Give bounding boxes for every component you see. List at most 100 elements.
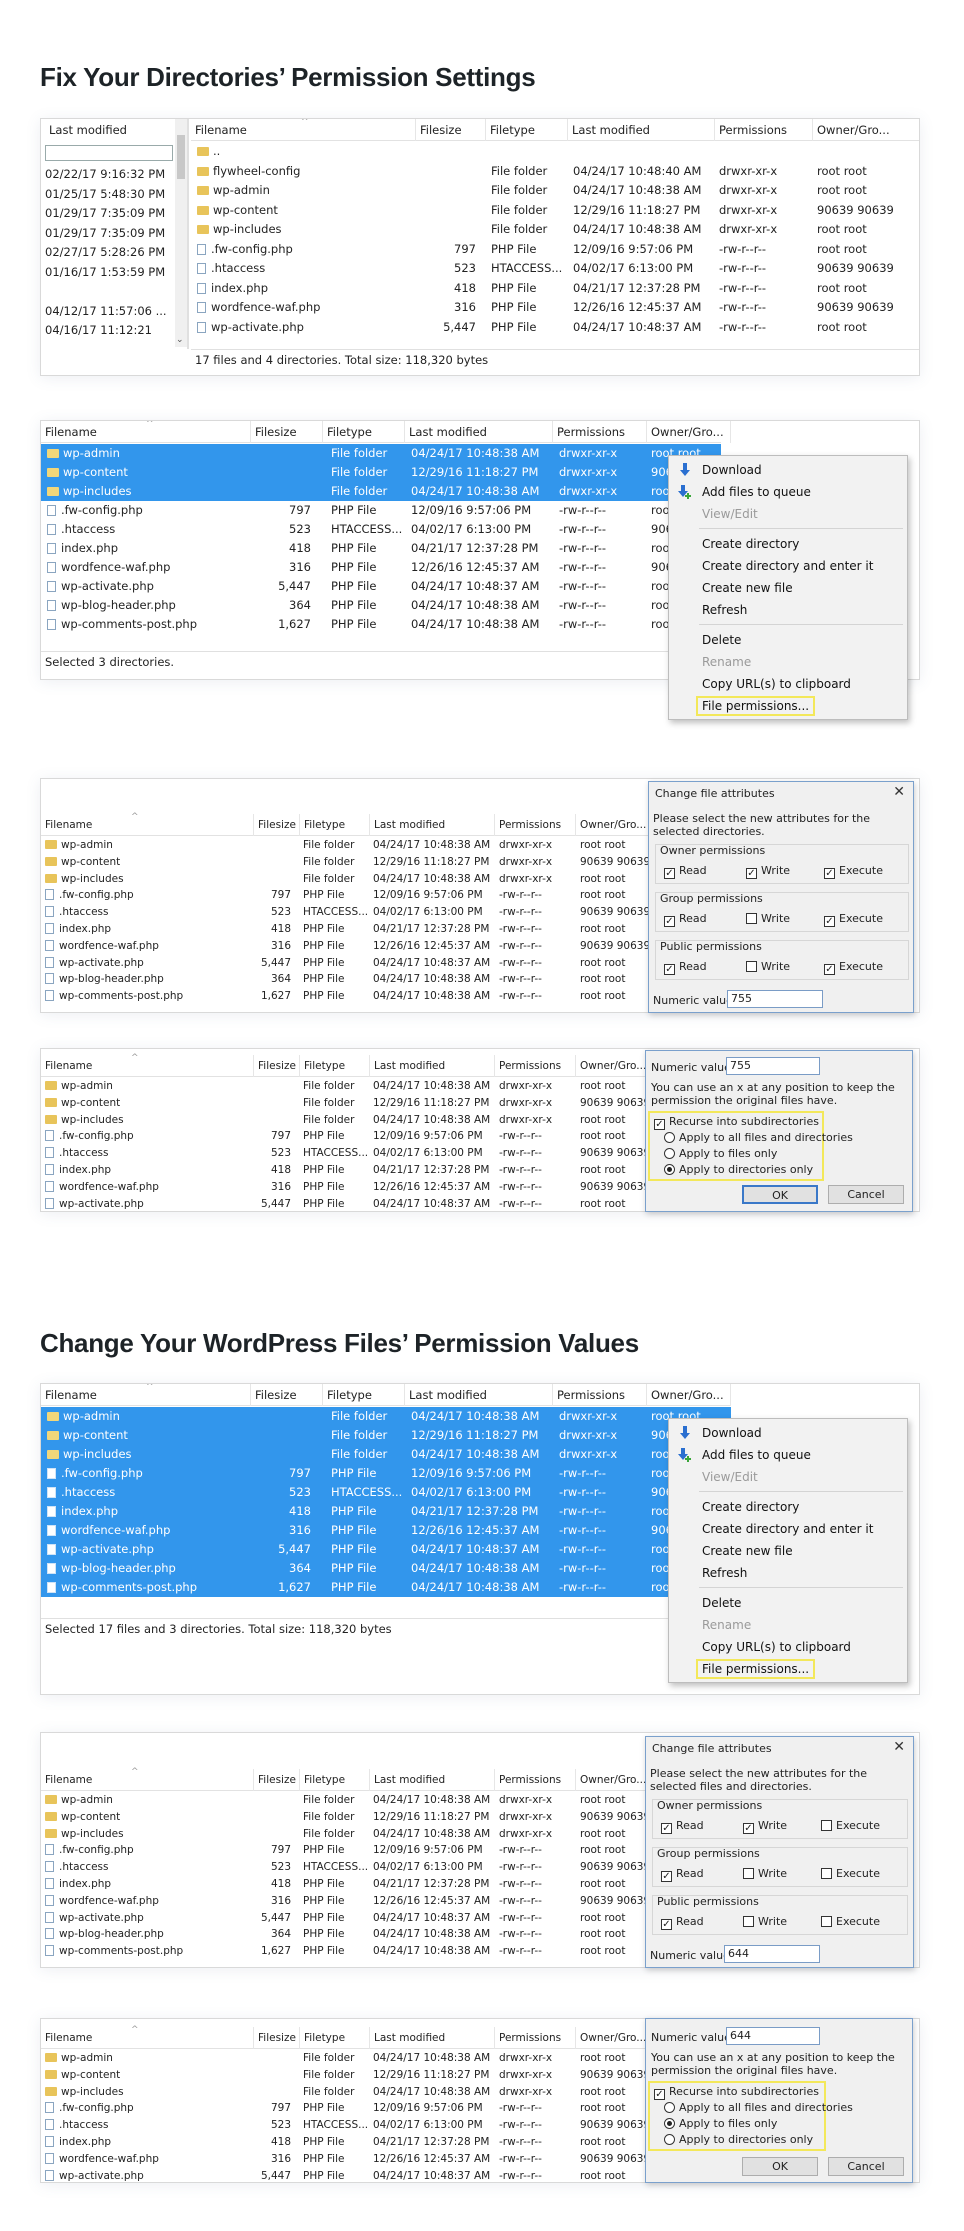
tree-scrollbar[interactable]: ⌄	[175, 119, 187, 347]
create-directory-enter-menu-item[interactable]: Create directory and enter it	[669, 555, 907, 577]
table-row[interactable]: wp-includes File folder 04/24/17 10:48:38 …	[41, 1826, 651, 1843]
table-row[interactable]: wordfence-waf.php 316 PHP File 12/26/16 12:…	[191, 298, 919, 317]
column-header-filetype[interactable]: Filetype	[300, 1055, 370, 1077]
public-write-checkbox[interactable]: Write	[746, 960, 790, 973]
column-header-perms[interactable]: Permissions	[495, 814, 576, 836]
column-header-lastmod[interactable]: Last modified	[370, 1055, 495, 1077]
apply-dirs-radio[interactable]: Apply to directories only	[664, 2133, 813, 2146]
column-header-filesize[interactable]: Filesize	[254, 2027, 300, 2049]
column-header-filename[interactable]: Filename	[41, 2027, 254, 2049]
recurse-checkbox[interactable]: ✓ Recurse into subdirectories	[654, 2085, 819, 2100]
create-directory-menu-item[interactable]: Create directory	[669, 1496, 907, 1518]
column-header-lastmod[interactable]: Last modified	[370, 1769, 495, 1791]
table-row[interactable]: wp-comments-post.php 1,627 PHP File 04/24/1…	[41, 615, 721, 634]
table-row[interactable]: .fw-config.php 797 PHP File 12/09/16 9:57:0…	[41, 501, 721, 520]
download-menu-item[interactable]: Download	[669, 1422, 907, 1444]
table-row[interactable]: .htaccess 523 HTACCESS... 04/02/17 6:13:00 …	[41, 520, 721, 539]
cancel-button[interactable]: Cancel	[828, 2157, 904, 2176]
table-row[interactable]: wp-comments-post.php 1,627 PHP File 04/24/1…	[41, 1578, 731, 1597]
numeric-value-input[interactable]: 755	[726, 1057, 820, 1075]
table-row[interactable]: .fw-config.php 797 PHP File 12/09/16 9:57:0…	[191, 240, 919, 259]
table-row[interactable]: index.php 418 PHP File 04/21/17 12:37:28 PM…	[41, 2134, 651, 2151]
table-row[interactable]: wp-activate.php 5,447 PHP File 04/24/17 10:…	[41, 955, 651, 972]
table-row[interactable]: wordfence-waf.php 316 PHP File 12/26/16 12:…	[41, 1521, 731, 1540]
column-header-perms[interactable]: Permissions	[495, 1769, 576, 1791]
numeric-value-input[interactable]: 644	[724, 1945, 820, 1963]
add-to-queue-menu-item[interactable]: Add files to queue	[669, 481, 907, 503]
table-row[interactable]: wp-blog-header.php 364 PHP File 04/24/17 10…	[41, 971, 651, 988]
table-row[interactable]: index.php 418 PHP File 04/21/17 12:37:28 PM…	[41, 1876, 651, 1893]
file-permissions-menu-item[interactable]: File permissions...	[669, 1658, 907, 1680]
table-row[interactable]: wp-admin File folder 04/24/17 10:48:38 AM d…	[41, 837, 651, 854]
close-icon[interactable]: ✕	[893, 784, 905, 800]
close-icon[interactable]: ✕	[893, 1739, 905, 1755]
table-row[interactable]: .fw-config.php 797 PHP File 12/09/16 9:57:0…	[41, 1128, 651, 1145]
owner-execute-checkbox[interactable]: Execute	[821, 1819, 880, 1832]
group-write-checkbox[interactable]: Write	[746, 912, 790, 925]
column-header-filesize[interactable]: Filesize	[416, 119, 486, 141]
table-row[interactable]: wordfence-waf.php 316 PHP File 12/26/16 12:…	[41, 1179, 651, 1196]
column-header-filesize[interactable]: Filesize	[254, 814, 300, 836]
table-row[interactable]: index.php 418 PHP File 04/21/17 12:37:28 PM…	[41, 539, 721, 558]
table-row[interactable]: wp-admin File folder 04/24/17 10:48:38 AM d…	[41, 1407, 731, 1426]
column-header-filetype[interactable]: Filetype	[486, 119, 568, 141]
table-row[interactable]: wp-includes File folder 04/24/17 10:48:38 …	[41, 1445, 731, 1464]
table-row[interactable]: wp-activate.php 5,447 PHP File 04/24/17 10:…	[41, 577, 721, 596]
column-header-filetype[interactable]: Filetype	[323, 1384, 405, 1406]
table-row[interactable]: .htaccess 523 HTACCESS... 04/02/17 6:13:00 …	[41, 1859, 651, 1876]
column-header-lastmod[interactable]: Last modified	[405, 421, 553, 443]
column-header-filesize[interactable]: Filesize	[251, 421, 323, 443]
column-header-filetype[interactable]: Filetype	[323, 421, 405, 443]
column-header-lastmod[interactable]: Last modified	[568, 119, 715, 141]
delete-menu-item[interactable]: Delete	[669, 1592, 907, 1614]
column-header-owner[interactable]: Owner/Gro...	[813, 119, 919, 141]
table-row[interactable]: wp-includes File folder 04/24/17 10:48:38 …	[41, 482, 721, 501]
copy-url-menu-item[interactable]: Copy URL(s) to clipboard	[669, 1636, 907, 1658]
table-row[interactable]: wp-comments-post.php 1,627 PHP File 04/24/1…	[41, 988, 651, 1005]
table-row[interactable]: .fw-config.php 797 PHP File 12/09/16 9:57:0…	[41, 2100, 651, 2117]
column-header-lastmod[interactable]: Last modified	[370, 2027, 495, 2049]
column-header-owner[interactable]: Owner/Gro...	[576, 814, 651, 836]
table-row[interactable]: wp-includes File folder 04/24/17 10:48:38 …	[41, 1112, 651, 1129]
table-row[interactable]: wp-admin File folder 04/24/17 10:48:38 AM d…	[191, 181, 919, 200]
create-file-menu-item[interactable]: Create new file	[669, 577, 907, 599]
apply-files-radio[interactable]: Apply to files only	[664, 1147, 777, 1160]
table-row[interactable]: index.php 418 PHP File 04/21/17 12:37:28 PM…	[41, 1162, 651, 1179]
apply-all-radio[interactable]: Apply to all files and directories	[664, 1131, 853, 1144]
table-row[interactable]: index.php 418 PHP File 04/21/17 12:37:28 PM…	[41, 921, 651, 938]
table-row[interactable]: .htaccess 523 HTACCESS... 04/02/17 6:13:00 …	[41, 2117, 651, 2134]
apply-dirs-radio[interactable]: Apply to directories only	[664, 1163, 813, 1176]
cancel-button[interactable]: Cancel	[828, 1185, 904, 1204]
column-header-owner[interactable]: Owner/Gro...	[576, 1055, 651, 1077]
column-header-owner[interactable]: Owner/Gro...	[647, 421, 731, 443]
scrollbar-thumb[interactable]	[177, 135, 185, 179]
table-row[interactable]: wp-includes File folder 04/24/17 10:48:38 …	[41, 871, 651, 888]
table-row[interactable]: wp-admin File folder 04/24/17 10:48:38 AM d…	[41, 1078, 651, 1095]
table-row[interactable]: wp-includes File folder 04/24/17 10:48:38 …	[41, 2084, 651, 2101]
group-read-checkbox[interactable]: ✓ Read	[664, 912, 707, 927]
public-read-checkbox[interactable]: ✓ Read	[664, 960, 707, 975]
table-row[interactable]: wp-content File folder 12/29/16 11:18:27 P…	[191, 201, 919, 220]
table-row[interactable]: .htaccess 523 HTACCESS... 04/02/17 6:13:00 …	[41, 1145, 651, 1162]
table-row[interactable]: wordfence-waf.php 316 PHP File 12/26/16 12:…	[41, 1893, 651, 1910]
table-row[interactable]: .htaccess 523 HTACCESS... 04/02/17 6:13:00 …	[41, 904, 651, 921]
column-header-lastmod[interactable]: Last modified	[405, 1384, 553, 1406]
column-header-owner[interactable]: Owner/Gro...	[647, 1384, 731, 1406]
refresh-menu-item[interactable]: Refresh	[669, 1562, 907, 1584]
owner-read-checkbox[interactable]: ✓ Read	[661, 1819, 704, 1834]
column-header-perms[interactable]: Permissions	[495, 2027, 576, 2049]
column-header-perms[interactable]: Permissions	[715, 119, 813, 141]
create-directory-enter-menu-item[interactable]: Create directory and enter it	[669, 1518, 907, 1540]
group-execute-checkbox[interactable]: ✓ Execute	[824, 912, 883, 927]
table-row[interactable]: wp-activate.php 5,447 PHP File 04/24/17 10:…	[41, 1910, 651, 1927]
table-row[interactable]: wp-activate.php 5,447 PHP File 04/24/17 10:…	[41, 2168, 651, 2182]
download-menu-item[interactable]: Download	[669, 459, 907, 481]
table-row[interactable]: wp-blog-header.php 364 PHP File 04/24/17 10…	[41, 1559, 731, 1578]
table-row[interactable]: wp-admin File folder 04/24/17 10:48:38 AM d…	[41, 444, 721, 463]
table-row[interactable]: index.php 418 PHP File 04/21/17 12:37:28 PM…	[41, 1502, 731, 1521]
table-row[interactable]: wp-content File folder 12/29/16 11:18:27 P…	[41, 1095, 651, 1112]
table-row[interactable]: wp-includes File folder 04/24/17 10:48:38 …	[191, 220, 919, 239]
table-row[interactable]: wp-content File folder 12/29/16 11:18:27 P…	[41, 463, 721, 482]
table-row[interactable]: wp-content File folder 12/29/16 11:18:27 P…	[41, 1809, 651, 1826]
copy-url-menu-item[interactable]: Copy URL(s) to clipboard	[669, 673, 907, 695]
